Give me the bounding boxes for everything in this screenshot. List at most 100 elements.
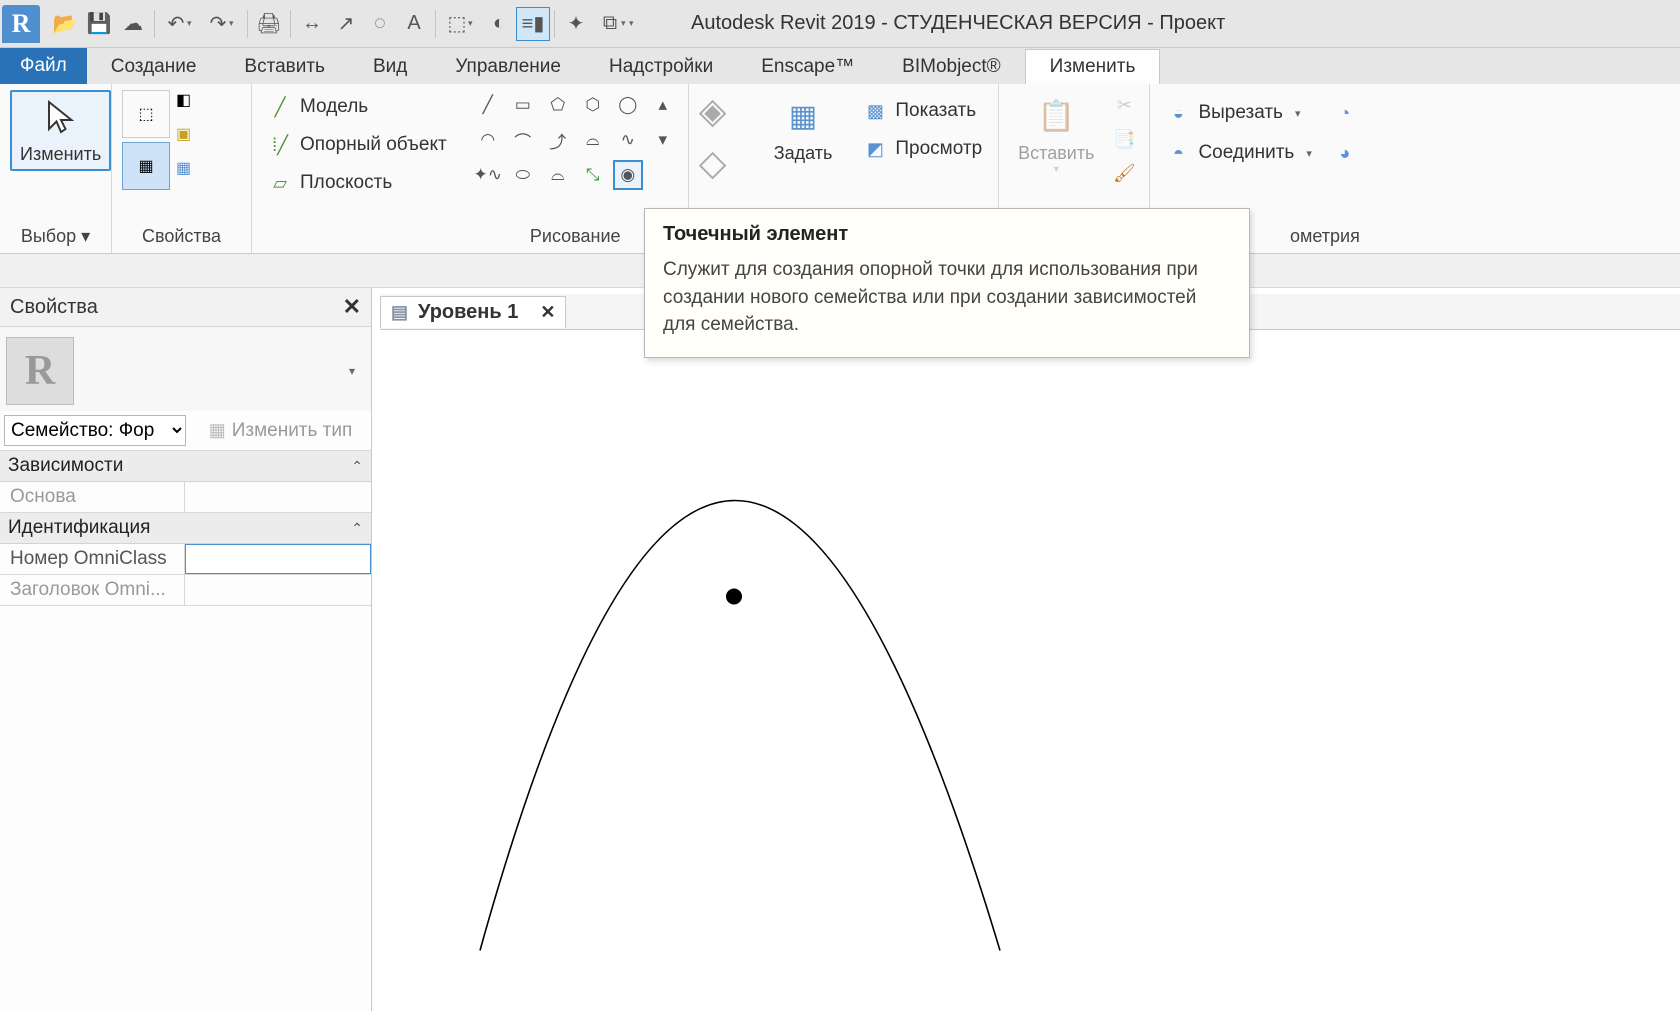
plane-button[interactable]: ▱ Плоскость — [262, 168, 453, 198]
cut-geometry-button[interactable]: ◒ Вырезать ▾ — [1160, 98, 1317, 128]
tab-create[interactable]: Создание — [87, 50, 221, 84]
split-face-icon[interactable]: ◕ — [1330, 138, 1360, 168]
canvas-svg — [380, 330, 1680, 1011]
point-element-tool-icon[interactable]: ◉ — [613, 160, 643, 190]
more-row2[interactable]: ▾ — [648, 125, 678, 155]
close-properties-icon[interactable]: ✕ — [343, 294, 361, 320]
model-button[interactable]: ╱ Модель — [262, 92, 453, 122]
tab-manage[interactable]: Управление — [431, 50, 585, 84]
print-icon[interactable]: 🖨 — [252, 7, 286, 41]
type-prop3-icon[interactable]: ▣ — [176, 124, 206, 154]
set-workplane-button[interactable]: ▦ Задать — [765, 90, 842, 169]
section-icon[interactable]: ◐ — [482, 7, 516, 41]
prop-row-omniclass-title: Заголовок Omni... — [0, 575, 371, 606]
group-identity-header[interactable]: Идентификация ⌃ — [0, 513, 371, 544]
viewer-button[interactable]: ◩ Просмотр — [857, 134, 988, 164]
fillet-arc-icon[interactable]: ⌓ — [578, 125, 608, 155]
align-dim-icon[interactable]: ↗ — [329, 7, 363, 41]
panel-select: Изменить Выбор ▾ — [0, 84, 112, 253]
type-prop4-icon[interactable]: ▦ — [176, 158, 206, 188]
tab-view[interactable]: Вид — [349, 50, 431, 84]
workplane-show-icon2[interactable]: ◇ — [699, 142, 749, 192]
type-thumbnail: R — [6, 337, 74, 405]
family-prop-icon[interactable]: ▦ — [122, 142, 170, 190]
arc-tangent-icon[interactable]: ⤴ — [543, 125, 573, 155]
prop-row-base: Основа — [0, 482, 371, 513]
thin-lines-icon[interactable]: ≡▮ — [516, 7, 550, 41]
qat-customize-dropdown[interactable]: ▾ — [629, 18, 643, 29]
plane-icon: ▱ — [268, 171, 292, 195]
reference-point-icon[interactable] — [726, 589, 742, 605]
matchtype-icon[interactable]: 🖌 — [1109, 158, 1139, 188]
group-constraints-header[interactable]: Зависимости ⌃ — [0, 451, 371, 482]
select-panel-label: Выбор ▾ — [10, 222, 101, 251]
more-row1[interactable]: ▴ — [648, 90, 678, 120]
type-prop2-icon[interactable]: ◧ — [176, 90, 206, 120]
quick-access-toolbar: R 📂 💾 ☁ ↶▾ ↷▾ 🖨 ↔ ↗ ◌ A ⬚▾ ◐ ≡▮ ✦ ⧉▾ ▾ A… — [0, 0, 1680, 48]
drawing-canvas[interactable] — [380, 330, 1680, 1011]
tab-bimobject[interactable]: BIMobject® — [878, 50, 1024, 84]
text-icon[interactable]: A — [397, 7, 431, 41]
polygon-tool-icon[interactable]: ⬠ — [543, 90, 573, 120]
tab-insert[interactable]: Вставить — [220, 50, 349, 84]
rect-tool-icon[interactable]: ▭ — [508, 90, 538, 120]
clipboard-icon: 📋 — [1035, 95, 1077, 137]
view3d-dropdown[interactable]: ▾ — [468, 18, 482, 29]
more-row3[interactable] — [648, 160, 678, 190]
workplane-set-icon[interactable]: ◈ — [699, 90, 749, 140]
close-view-icon[interactable]: ✕ — [540, 302, 555, 323]
ref-line-icon: ⁞╱ — [268, 133, 292, 157]
type-selector[interactable]: R ▾ — [0, 327, 371, 411]
viewer-icon: ◩ — [863, 137, 887, 161]
tab-enscape[interactable]: Enscape™ — [737, 50, 878, 84]
type-dropdown-icon[interactable]: ▾ — [349, 364, 365, 378]
modify-label: Изменить — [20, 144, 101, 165]
tag-icon[interactable]: ◌ — [363, 7, 397, 41]
tooltip-body: Служит для создания опорной точки для ис… — [663, 256, 1231, 339]
family-type-select[interactable]: Семейство: Фор — [4, 415, 186, 446]
grid-set-icon: ▦ — [782, 95, 824, 137]
arc-start-icon[interactable]: ◠ — [473, 125, 503, 155]
cut-icon: ✂ — [1109, 90, 1139, 120]
cursor-icon — [40, 96, 82, 138]
cope-icon[interactable]: ◔ — [1330, 98, 1360, 128]
save-icon[interactable]: 💾 — [82, 7, 116, 41]
sync-icon[interactable]: ☁ — [116, 7, 150, 41]
tooltip-point-element: Точечный элемент Служит для создания опо… — [644, 208, 1250, 358]
spline-points-icon[interactable]: ✦∿ — [473, 160, 503, 190]
modify-button[interactable]: Изменить — [10, 90, 111, 171]
collapse-icon-2[interactable]: ⌃ — [351, 520, 363, 537]
measure-icon[interactable]: ↔ — [295, 7, 329, 41]
tab-addins[interactable]: Надстройки — [585, 50, 737, 84]
tab-modify[interactable]: Изменить — [1025, 49, 1161, 84]
tab-file[interactable]: Файл — [0, 48, 87, 84]
edit-type-button[interactable]: ▦ Изменить тип — [186, 420, 367, 442]
ellipse-icon[interactable]: ⬭ — [508, 160, 538, 190]
show-workplane-button[interactable]: ▩ Показать — [857, 96, 988, 126]
view-tab-level1[interactable]: ▤ Уровень 1 ✕ — [380, 296, 566, 328]
ribbon-tabs: Файл Создание Вставить Вид Управление На… — [0, 48, 1680, 84]
app-logo[interactable]: R — [2, 5, 40, 43]
polygon-circ-tool-icon[interactable]: ⬡ — [578, 90, 608, 120]
ref-object-button[interactable]: ⁞╱ Опорный объект — [262, 130, 453, 160]
spline-icon[interactable]: ∿ — [613, 125, 643, 155]
prop-row-omniclass-number[interactable]: Номер OmniClass — [0, 544, 371, 575]
arc-center-icon[interactable]: ⌒ — [508, 125, 538, 155]
type-prop-icon[interactable]: ⬚ — [122, 90, 170, 138]
edit-type-icon: ▦ — [209, 420, 226, 441]
undo-dropdown[interactable]: ▾ — [187, 18, 201, 29]
pick-lines-icon[interactable]: ⤡ — [578, 160, 608, 190]
properties-title: Свойства — [10, 296, 98, 319]
line-tool-icon[interactable]: ╱ — [473, 90, 503, 120]
redo-dropdown[interactable]: ▾ — [229, 18, 243, 29]
collapse-icon[interactable]: ⌃ — [351, 458, 363, 475]
partial-ellipse-icon[interactable]: ⌓ — [543, 160, 573, 190]
open-icon[interactable]: 📂 — [48, 7, 82, 41]
copy-icon: 📑 — [1109, 124, 1139, 154]
circle-tool-icon[interactable]: ◯ — [613, 90, 643, 120]
model-line-icon: ╱ — [268, 95, 292, 119]
omniclass-number-input[interactable] — [185, 544, 371, 574]
app-title: Autodesk Revit 2019 - СТУДЕНЧЕСКАЯ ВЕРСИ… — [691, 12, 1225, 35]
join-geometry-button[interactable]: ◓ Соединить ▾ — [1160, 138, 1317, 168]
close-hidden-icon[interactable]: ✦ — [559, 7, 593, 41]
